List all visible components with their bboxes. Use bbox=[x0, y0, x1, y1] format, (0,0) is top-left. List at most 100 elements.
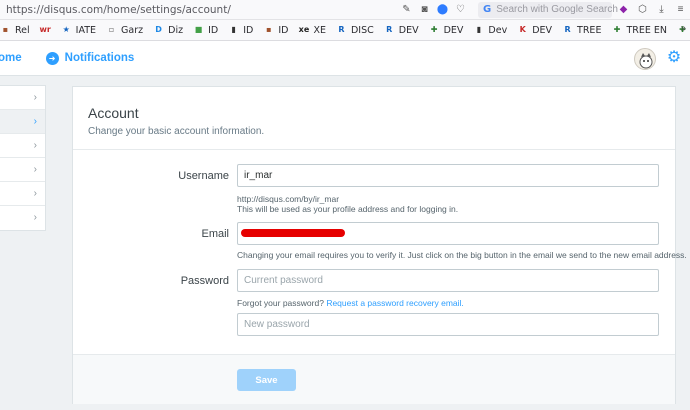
bookmark-item[interactable]: ✚ TREE EN bbox=[611, 25, 667, 36]
gear-icon[interactable]: ⚙ bbox=[666, 50, 682, 66]
browser-url-bar: https://disqus.com/home/settings/account… bbox=[0, 0, 690, 20]
bookmark-item[interactable]: ■ ID bbox=[193, 25, 218, 36]
heart-icon[interactable]: ♡ bbox=[455, 4, 466, 15]
bookmark-item[interactable]: ▮ Dev bbox=[473, 24, 508, 36]
sidebar-item[interactable]: › bbox=[0, 158, 45, 182]
bookmark-label: IATE bbox=[75, 24, 97, 36]
bookmarks-bar: ▪ Rel wr ★ IATE ▫ Garz D Diz ■ ID ▮ ID ▪ ID xe XE R DISC R D… bbox=[0, 20, 690, 41]
notifications-link[interactable]: ➜ Notifications bbox=[45, 51, 135, 65]
k-icon: K bbox=[519, 25, 526, 34]
search-placeholder: Search with Google Search bbox=[496, 4, 618, 15]
current-password-input[interactable] bbox=[237, 269, 659, 292]
bookmark-icon: ▮ bbox=[231, 25, 236, 34]
sidebar-item[interactable]: › bbox=[0, 86, 45, 110]
sidebar-item[interactable]: › bbox=[0, 206, 45, 230]
new-password-input[interactable] bbox=[237, 313, 659, 336]
green-square-icon: ■ bbox=[194, 25, 203, 34]
sidebar-item[interactable]: › bbox=[0, 110, 45, 134]
bookmarks-overflow-icon[interactable]: » bbox=[680, 23, 686, 34]
panel-header: Account Change your basic account inform… bbox=[73, 87, 675, 150]
bookmark-label: XE bbox=[313, 24, 326, 36]
save-button[interactable]: Save bbox=[237, 369, 296, 391]
notifications-icon: ➜ bbox=[45, 51, 59, 65]
bookmark-label: ID bbox=[278, 24, 289, 36]
username-help-url: http://disqus.com/by/ir_mar bbox=[237, 194, 340, 204]
shield-check-icon[interactable]: ⬤ bbox=[437, 4, 448, 15]
bookmark-label: DEV bbox=[532, 24, 553, 36]
panel-footer: Save bbox=[73, 354, 675, 404]
chevron-right-icon: › bbox=[33, 92, 37, 103]
password-label: Password bbox=[180, 275, 229, 287]
bookmark-item[interactable]: xe XE bbox=[298, 25, 326, 36]
account-panel: Account Change your basic account inform… bbox=[72, 86, 687, 404]
bookmark-label: Dev bbox=[488, 24, 508, 36]
bookmark-item[interactable]: ★ IATE bbox=[61, 25, 96, 36]
bookmark-label: TREE EN bbox=[626, 24, 667, 36]
bookmark-item[interactable]: ▪ ID bbox=[263, 25, 288, 36]
google-icon: G bbox=[483, 4, 492, 15]
sidebar-item[interactable]: › bbox=[0, 134, 45, 158]
app-header: ome ➜ Notifications ⚙ bbox=[0, 41, 690, 76]
bookmark-icon: ▮ bbox=[476, 25, 482, 34]
forgot-password-help: Forgot your password? Request a password… bbox=[237, 298, 464, 308]
bookmark-item[interactable]: ▮ ID bbox=[228, 24, 254, 36]
chevron-right-icon: › bbox=[33, 212, 37, 223]
bookmark-item[interactable]: K DEV bbox=[517, 25, 552, 36]
search-bar[interactable]: G Search with Google Search bbox=[478, 1, 618, 18]
plus-green-icon: ✚ bbox=[613, 25, 621, 34]
avatar-image bbox=[639, 53, 653, 69]
bookmark-label: TREE bbox=[577, 24, 602, 36]
diz-icon: D bbox=[155, 25, 162, 34]
chevron-right-icon: › bbox=[33, 164, 37, 175]
extension-icon[interactable]: ◆ bbox=[618, 4, 629, 15]
bookmark-label: ID bbox=[208, 24, 219, 36]
password-recovery-link[interactable]: Request a password recovery email. bbox=[326, 298, 463, 308]
email-label: Email bbox=[201, 228, 229, 240]
url-text[interactable]: https://disqus.com/home/settings/account… bbox=[0, 4, 401, 16]
bookmark-item[interactable]: ▫ Garz bbox=[106, 25, 143, 36]
download-icon[interactable]: ⤓ bbox=[656, 4, 667, 15]
chevron-right-icon: › bbox=[33, 140, 37, 151]
cube-icon[interactable]: ⬡ bbox=[637, 4, 648, 15]
bookmark-item[interactable]: ✚ DEV bbox=[429, 25, 464, 36]
bookmark-item[interactable]: R TREE bbox=[562, 25, 601, 36]
folder-icon: ▪ bbox=[2, 25, 9, 34]
home-link[interactable]: ome bbox=[0, 52, 22, 64]
xe-icon: xe bbox=[298, 25, 310, 34]
star-icon: ★ bbox=[62, 25, 70, 34]
sidebar-item[interactable]: › bbox=[0, 182, 45, 206]
username-input[interactable] bbox=[237, 164, 659, 187]
bookmark-label: Diz bbox=[168, 24, 184, 36]
page-title: Account bbox=[88, 105, 139, 121]
edit-icon[interactable]: ✎ bbox=[401, 4, 412, 15]
bookmark-item[interactable]: R DISC bbox=[336, 24, 374, 36]
bookmark-item[interactable]: R DEV bbox=[384, 24, 419, 36]
toolbar-right-icons: ◆ ⬡ ⤓ ≡ bbox=[618, 4, 690, 15]
chevron-right-icon: › bbox=[33, 188, 37, 199]
bookmark-item[interactable]: wr bbox=[40, 25, 51, 36]
username-help-text: This will be used as your profile addres… bbox=[237, 204, 459, 214]
menu-icon[interactable]: ≡ bbox=[675, 4, 686, 15]
bookmark-label: DISC bbox=[350, 24, 374, 36]
email-redaction-mark bbox=[241, 229, 345, 237]
notifications-label: Notifications bbox=[64, 52, 135, 64]
box-icon: ▪ bbox=[266, 25, 272, 34]
url-action-icons: ✎ ◙ ⬤ ♡ bbox=[401, 4, 466, 15]
bookmark-item[interactable]: ▪ Rel bbox=[0, 25, 30, 36]
r-icon: R bbox=[386, 25, 393, 34]
plus-green-icon: ✚ bbox=[430, 25, 438, 34]
chevron-right-icon: › bbox=[33, 116, 37, 127]
page-icon: ▫ bbox=[108, 25, 115, 34]
r-icon: R bbox=[564, 25, 571, 34]
bookmark-label: ID bbox=[243, 24, 254, 36]
page-subtitle: Change your basic account information. bbox=[88, 126, 265, 137]
bookmark-label: Rel bbox=[15, 24, 30, 36]
bookmark-label: Garz bbox=[121, 24, 144, 36]
forgot-password-text: Forgot your password? bbox=[237, 298, 324, 308]
camera-icon[interactable]: ◙ bbox=[419, 4, 430, 15]
bookmark-label: DEV bbox=[398, 24, 419, 36]
bookmark-item[interactable]: D Diz bbox=[153, 25, 183, 36]
r-icon: R bbox=[338, 25, 345, 34]
settings-sidebar: › › › › › › bbox=[0, 85, 46, 231]
avatar[interactable] bbox=[634, 48, 656, 70]
